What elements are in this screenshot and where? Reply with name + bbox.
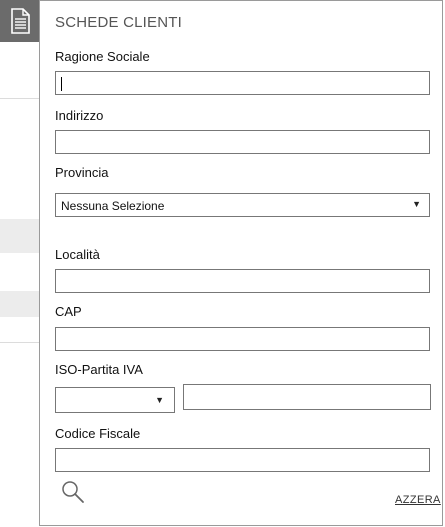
chevron-down-icon: ▼ — [412, 199, 421, 209]
customer-filter-panel: SCHEDE CLIENTI Ragione Sociale Indirizzo… — [39, 0, 443, 526]
reset-link[interactable]: AZZERA — [395, 494, 441, 506]
ragione-sociale-input[interactable] — [55, 71, 430, 95]
codice-fiscale-input[interactable] — [55, 448, 430, 472]
localita-input[interactable] — [55, 269, 430, 293]
provincia-select[interactable]: Nessuna Selezione ▼ — [55, 193, 430, 217]
partita-iva-input[interactable] — [183, 384, 431, 410]
ragione-sociale-label: Ragione Sociale — [55, 49, 150, 64]
background-divider — [0, 342, 40, 343]
search-icon — [62, 481, 84, 503]
cap-label: CAP — [55, 304, 82, 319]
panel-title: SCHEDE CLIENTI — [55, 14, 182, 31]
cap-input[interactable] — [55, 327, 430, 351]
iso-partita-iva-label: ISO-Partita IVA — [55, 362, 143, 377]
provincia-label: Provincia — [55, 165, 109, 180]
background-divider — [0, 98, 40, 99]
search-button[interactable] — [60, 479, 86, 505]
iso-country-select[interactable]: ▼ — [55, 387, 175, 413]
text-cursor — [61, 77, 62, 91]
background-row — [0, 291, 40, 317]
localita-label: Località — [55, 247, 100, 262]
indirizzo-input[interactable] — [55, 130, 430, 154]
chevron-down-icon: ▼ — [155, 395, 164, 405]
codice-fiscale-label: Codice Fiscale — [55, 426, 141, 441]
document-icon — [11, 8, 30, 34]
background-app — [0, 0, 40, 527]
sidebar-document-button[interactable] — [0, 0, 40, 42]
provincia-selected-value: Nessuna Selezione — [61, 199, 165, 213]
indirizzo-label: Indirizzo — [55, 108, 104, 123]
background-row — [0, 219, 40, 253]
